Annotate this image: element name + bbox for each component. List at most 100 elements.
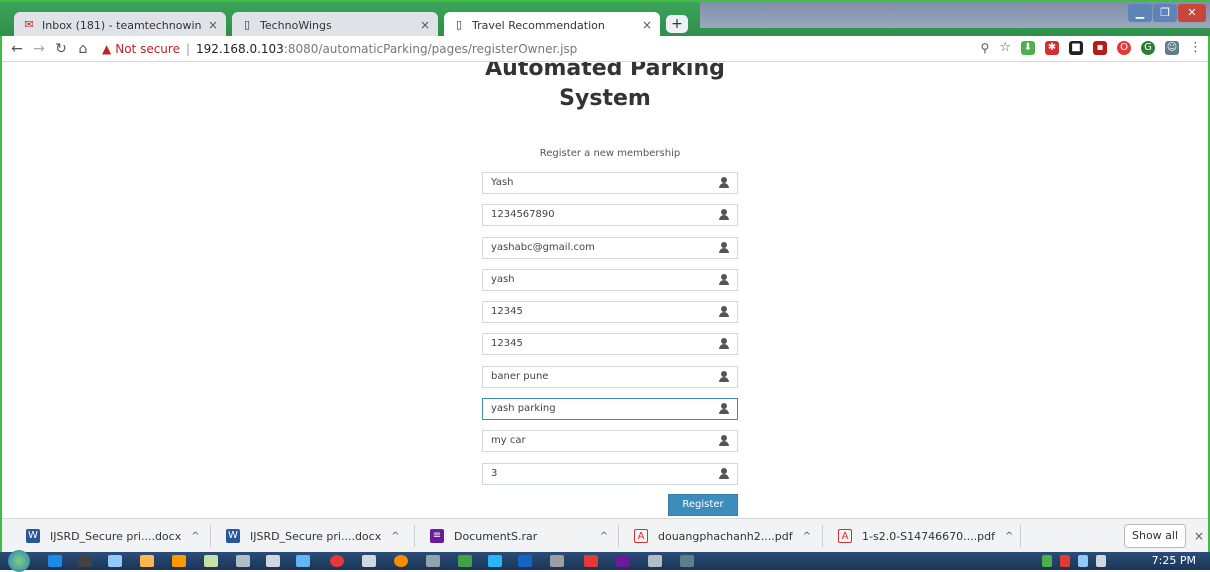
taskbar-app-icon[interactable] [296,555,310,567]
taskbar-app-icon[interactable] [48,555,62,567]
taskbar-app-icon[interactable] [488,555,502,567]
taskbar-app-icon[interactable] [680,555,694,567]
taskbar-app-icon[interactable] [204,555,218,567]
close-icon[interactable]: × [420,18,430,32]
taskbar-app-icon[interactable] [648,555,662,567]
firefox-icon[interactable] [394,555,408,567]
address-divider: | [185,41,191,56]
tab-inbox[interactable]: ✉ Inbox (181) - teamtechnowings@ × [14,12,226,38]
start-button[interactable] [8,550,30,572]
tray-icon[interactable] [1060,555,1070,567]
minimize-icon[interactable]: ▁ [1128,4,1152,22]
download-item[interactable]: A douangphachanh2....pdf ^ [634,525,811,547]
taskbar-app-icon[interactable] [458,555,472,567]
tray-icon[interactable] [1042,555,1052,567]
taskbar-app-icon[interactable] [172,555,186,567]
download-filename: DocumentS.rar [454,529,538,543]
page-icon: ▯ [243,18,251,31]
vehicle-field[interactable]: my car [482,430,738,452]
zoom-icon[interactable]: ⚲ [981,41,990,55]
word-app-icon[interactable] [518,555,532,567]
confirm-password-field[interactable]: 12345 [482,333,738,355]
address-field[interactable]: baner pune [482,366,738,388]
field-value: 1234567890 [491,209,555,220]
restore-icon[interactable]: ❐ [1153,4,1177,22]
address-bar[interactable]: ▲ Not secure | 192.168.0.103 :8080/autom… [102,42,577,56]
gmail-icon: ✉ [24,18,34,31]
taskbar-app-icon[interactable] [140,555,154,567]
security-label[interactable]: Not secure [115,42,180,56]
field-value: baner pune [491,371,549,382]
url-host: 192.168.0.103 [196,41,284,56]
taskbar-app-icon[interactable] [584,555,598,567]
register-button[interactable]: Register [668,494,738,516]
taskbar-app-icon[interactable] [266,555,280,567]
name-field[interactable]: Yash [482,172,738,194]
back-icon[interactable]: ← [6,41,28,57]
email-field[interactable]: yashabc@gmail.com [482,237,738,259]
parking-name-field[interactable]: yash parking [482,398,738,420]
taskbar-clock[interactable]: 7:25 PM [1152,554,1196,567]
taskbar-app-icon[interactable] [550,555,564,567]
new-tab-button[interactable]: + [666,15,688,33]
username-field[interactable]: yash [482,269,738,291]
close-icon[interactable]: × [1194,529,1204,543]
rar-archive-icon: ≡ [430,529,444,543]
network-icon[interactable] [1078,555,1088,567]
chrome-icon[interactable] [330,555,344,567]
taskbar-app-icon[interactable] [108,555,122,567]
extension-gear-icon[interactable]: ✱ [1045,40,1059,55]
slots-field[interactable]: 3 [482,463,738,485]
extension-download-icon[interactable]: ⬇ [1021,40,1035,55]
tab-technowings[interactable]: ▯ TechnoWings × [232,12,438,38]
page-content: Automated Parking System Register a new … [2,62,1208,518]
menu-kebab-icon[interactable]: ⋮ [1189,40,1202,55]
close-icon[interactable]: × [208,18,218,32]
field-value: yash parking [491,403,556,414]
chevron-up-icon[interactable]: ^ [191,531,199,542]
bookmark-star-icon[interactable]: ☆ [999,40,1011,55]
taskbar-app-icon[interactable] [362,555,376,567]
taskbar-app-icon[interactable] [236,555,250,567]
user-icon [719,242,729,254]
browser-toolbar: ← → ↻ ⌂ ▲ Not secure | 192.168.0.103 :80… [2,36,1208,62]
user-icon [719,274,729,286]
phone-field[interactable]: 1234567890 [482,204,738,226]
download-divider [1020,525,1021,547]
download-item[interactable]: W IJSRD_Secure pri....docx ^ [226,525,400,547]
warning-icon: ▲ [102,41,112,56]
reload-icon[interactable]: ↻ [50,41,72,57]
extension-dark-icon[interactable]: ■ [1069,40,1083,55]
chevron-up-icon[interactable]: ^ [600,531,608,542]
taskbar-app-icon[interactable] [78,555,92,567]
download-divider [822,525,823,547]
extension-grammarly-icon[interactable]: G [1141,40,1155,55]
url-path: :8080/automaticParking/pages/registerOwn… [283,41,578,56]
taskbar-app-icon[interactable] [616,555,630,567]
volume-icon[interactable] [1096,555,1106,567]
show-all-button[interactable]: Show all [1124,524,1186,548]
extension-pdf-icon[interactable]: ▪ [1093,40,1107,55]
chevron-up-icon[interactable]: ^ [803,531,811,542]
close-icon[interactable]: × [642,18,652,32]
extension-opera-icon[interactable]: O [1117,40,1131,55]
taskbar-app-icon[interactable] [426,555,440,567]
chevron-up-icon[interactable]: ^ [391,531,399,542]
download-item[interactable]: ≡ DocumentS.rar ^ [430,525,608,547]
user-icon [719,338,729,350]
profile-avatar-icon[interactable]: ☺ [1165,40,1179,55]
tab-title: Inbox (181) - teamtechnowings@ [42,18,202,32]
user-icon [719,468,729,480]
tab-title: Travel Recommendation [472,18,605,32]
close-window-icon[interactable]: ✕ [1178,4,1206,22]
download-item[interactable]: W IJSRD_Secure pri....docx ^ [26,525,200,547]
chevron-up-icon[interactable]: ^ [1005,531,1013,542]
home-icon[interactable]: ⌂ [72,41,94,57]
forward-icon[interactable]: → [28,41,50,57]
password-field[interactable]: 12345 [482,301,738,323]
user-icon [719,306,729,318]
download-item[interactable]: A 1-s2.0-S14746670....pdf ^ [838,525,1013,547]
user-icon [719,371,729,383]
tab-travel-recommendation[interactable]: ▯ Travel Recommendation × [444,12,660,38]
toolbar-actions: ⚲ ☆ ⬇ ✱ ■ ▪ O G ☺ ⋮ [981,40,1202,55]
